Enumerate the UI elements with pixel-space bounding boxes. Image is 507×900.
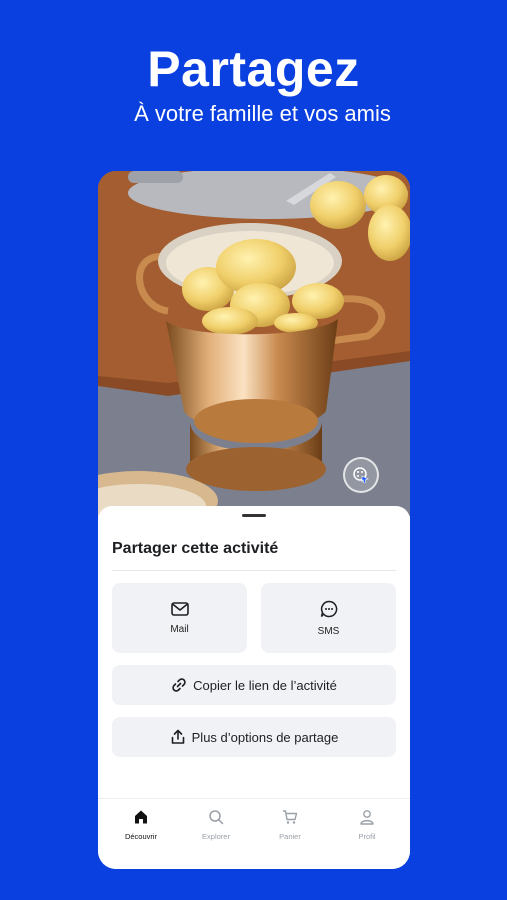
tab-profil[interactable]: Profil <box>328 809 406 841</box>
share-upload-icon <box>171 729 184 744</box>
share-sheet-title: Partager cette activité <box>112 540 279 557</box>
promo-headline: Partagez <box>147 41 360 97</box>
home-icon <box>135 810 147 824</box>
promo-subheadline: À votre famille et vos amis <box>134 101 391 126</box>
more-share-options-button[interactable]: Plus d’options de partage <box>112 717 396 757</box>
share-mail-button[interactable]: Mail <box>112 583 247 653</box>
cart-icon <box>283 810 298 824</box>
tab-panier-label: Panier <box>279 832 301 841</box>
sheet-drag-handle[interactable] <box>242 514 266 517</box>
mail-icon <box>170 601 189 616</box>
divider <box>112 570 396 571</box>
bottom-tab-bar: Découvrir Explorer Panier Profil <box>98 798 410 869</box>
user-icon <box>360 810 374 825</box>
chat-bubble-icon <box>320 600 337 617</box>
search-icon <box>209 810 224 825</box>
share-sheet: Partager cette activité Mail SMS Copier … <box>98 506 410 806</box>
copy-link-label: Copier le lien de l’activité <box>193 677 337 693</box>
link-icon <box>172 678 186 692</box>
tab-panier[interactable]: Panier <box>251 809 329 841</box>
tab-profil-label: Profil <box>358 832 376 841</box>
tab-decouvrir-label: Découvrir <box>124 832 158 841</box>
activity-action-button[interactable] <box>343 457 379 493</box>
activity-photo <box>98 171 410 516</box>
copy-link-button[interactable]: Copier le lien de l’activité <box>112 665 396 705</box>
share-sms-button[interactable]: SMS <box>261 583 396 653</box>
share-sms-label: SMS <box>317 625 340 637</box>
tab-explorer-label: Explorer <box>202 832 230 841</box>
more-share-options-label: Plus d’options de partage <box>191 729 339 745</box>
tab-explorer[interactable]: Explorer <box>177 809 255 841</box>
tab-decouvrir[interactable]: Découvrir <box>102 809 180 841</box>
palette-icon <box>353 467 369 483</box>
phone-screen: Partager cette activité Mail SMS Copier … <box>98 171 410 869</box>
share-mail-label: Mail <box>170 623 189 635</box>
